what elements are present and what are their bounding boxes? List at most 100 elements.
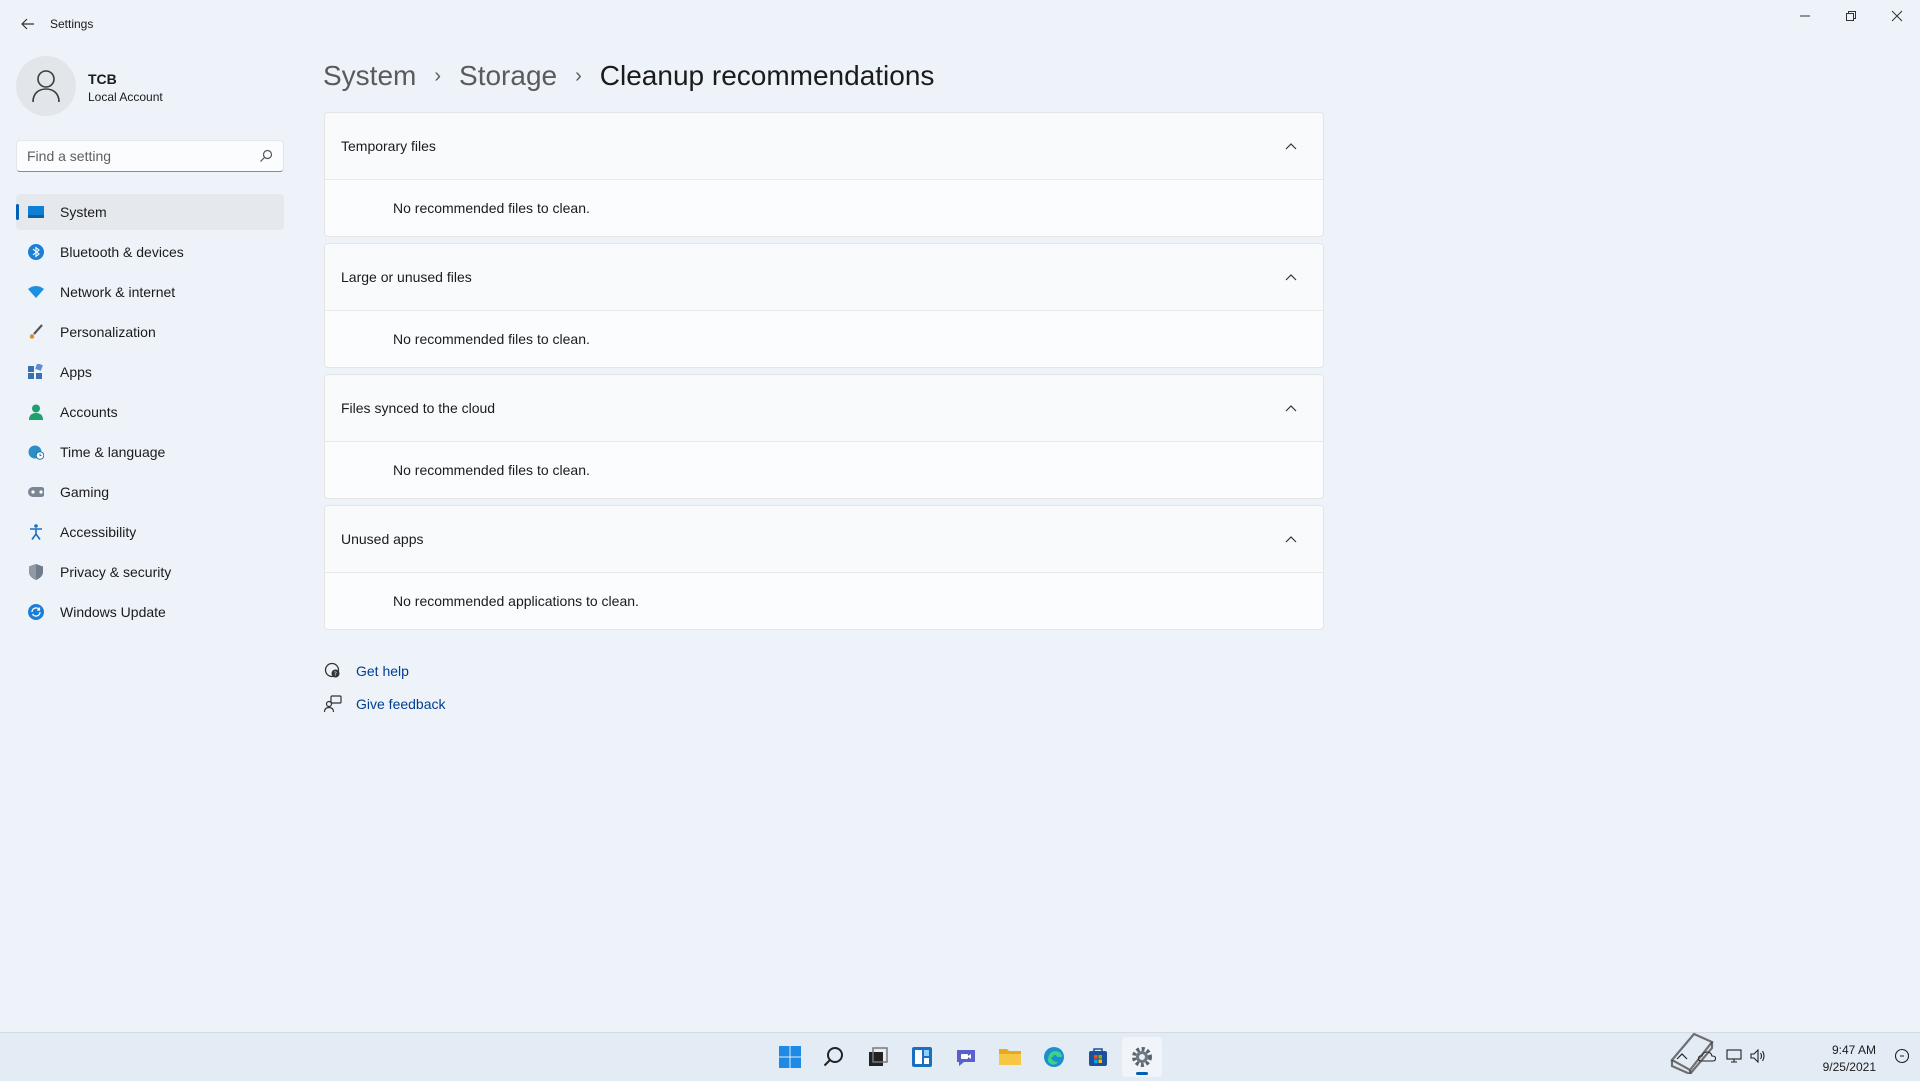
widgets-icon (912, 1047, 932, 1067)
section-body: No recommended files to clean. (325, 311, 1323, 367)
start-button[interactable] (770, 1037, 810, 1077)
sidebar-item-label: System (60, 204, 107, 220)
store-button[interactable] (1078, 1037, 1118, 1077)
edge-button[interactable] (1034, 1037, 1074, 1077)
taskbar-search-button[interactable] (814, 1037, 854, 1077)
get-help-link[interactable]: ? Get help (324, 660, 446, 682)
file-explorer-icon (999, 1049, 1021, 1065)
search-icon (823, 1047, 843, 1067)
sidebar-item-windows-update[interactable]: Windows Update (16, 594, 284, 630)
sidebar-item-bluetooth[interactable]: Bluetooth & devices (16, 234, 284, 270)
account-name: TCB (88, 71, 117, 87)
section-message: No recommended files to clean. (393, 462, 590, 478)
search-box (16, 140, 284, 172)
section-title: Temporary files (341, 138, 436, 154)
sidebar-item-time-language[interactable]: Time & language (16, 434, 284, 470)
search-icon[interactable] (259, 149, 273, 168)
update-icon (28, 604, 44, 620)
clock-date[interactable]: 9/25/2021 (1823, 1060, 1876, 1074)
task-view-button[interactable] (858, 1037, 898, 1077)
widgets-button[interactable] (902, 1037, 942, 1077)
section-cloud-files: Files synced to the cloud No recommended… (324, 374, 1324, 499)
section-body: No recommended files to clean. (325, 180, 1323, 236)
chevron-up-icon[interactable] (1275, 130, 1307, 162)
sidebar-item-network[interactable]: Network & internet (16, 274, 284, 310)
section-header[interactable]: Large or unused files (325, 244, 1323, 311)
chevron-up-icon[interactable] (1275, 392, 1307, 424)
section-header[interactable]: Temporary files (325, 113, 1323, 180)
breadcrumb: System › Storage › Cleanup recommendatio… (323, 54, 934, 98)
sidebar-item-label: Network & internet (60, 284, 176, 300)
section-message: No recommended files to clean. (393, 200, 590, 216)
book-logo-icon (1670, 1032, 1714, 1074)
section-message: No recommended files to clean. (393, 331, 590, 347)
sidebar-item-label: Windows Update (60, 604, 166, 620)
volume-icon[interactable] (1750, 1048, 1766, 1068)
clock-time[interactable]: 9:47 AM (1832, 1043, 1876, 1057)
page-title: Cleanup recommendations (599, 60, 935, 91)
help-chat-icon: ? (324, 662, 342, 680)
restore-button[interactable] (1828, 0, 1874, 32)
breadcrumb-storage[interactable]: Storage (459, 60, 557, 92)
section-unused-apps: Unused apps No recommended applications … (324, 505, 1324, 630)
system-icon (28, 204, 44, 220)
feedback-icon (324, 695, 342, 713)
give-feedback-label: Give feedback (356, 696, 446, 712)
chevron-up-icon[interactable] (1275, 523, 1307, 555)
sidebar-item-label: Apps (60, 364, 92, 380)
bluetooth-icon (28, 244, 44, 260)
section-body: No recommended files to clean. (325, 442, 1323, 498)
settings-button[interactable] (1122, 1037, 1162, 1077)
sidebar-item-accessibility[interactable]: Accessibility (16, 514, 284, 550)
close-icon (1891, 10, 1903, 22)
section-title: Unused apps (341, 531, 424, 547)
app-title: Settings (50, 17, 94, 31)
sidebar-item-label: Accounts (60, 404, 118, 420)
minimize-button[interactable] (1782, 0, 1828, 32)
svg-text:?: ? (334, 671, 337, 678)
search-input[interactable] (17, 141, 267, 171)
account-type: Local Account (88, 90, 163, 104)
sidebar-item-label: Bluetooth & devices (60, 244, 184, 260)
chevron-up-icon[interactable] (1275, 261, 1307, 293)
brush-icon (28, 324, 44, 340)
globe-clock-icon (28, 444, 44, 460)
back-button[interactable] (12, 10, 44, 38)
sidebar-item-label: Privacy & security (60, 564, 172, 580)
store-icon (1089, 1048, 1107, 1066)
start-icon (779, 1046, 801, 1068)
help-links: ? Get help Give feedback (324, 660, 446, 726)
person-avatar-icon (32, 70, 60, 103)
sidebar-item-label: Personalization (60, 324, 156, 340)
account-card[interactable]: TCB Local Account (16, 56, 286, 120)
sidebar-item-privacy[interactable]: Privacy & security (16, 554, 284, 590)
sidebar-item-label: Accessibility (60, 524, 137, 540)
sidebar-item-gaming[interactable]: Gaming (16, 474, 284, 510)
section-message: No recommended applications to clean. (393, 593, 639, 609)
section-header[interactable]: Files synced to the cloud (325, 375, 1323, 442)
section-body: No recommended applications to clean. (325, 573, 1323, 629)
restore-icon (1846, 11, 1856, 21)
sidebar-item-label: Gaming (60, 484, 110, 500)
notification-icon[interactable] (1894, 1048, 1910, 1069)
close-button[interactable] (1874, 0, 1920, 32)
back-arrow-icon (21, 18, 34, 30)
section-header[interactable]: Unused apps (325, 506, 1323, 573)
cleanup-sections: Temporary files No recommended files to … (324, 112, 1324, 636)
chat-button[interactable] (946, 1037, 986, 1077)
taskbar-apps (768, 1033, 1164, 1081)
sidebar-item-accounts[interactable]: Accounts (16, 394, 284, 430)
settings-icon (1132, 1047, 1152, 1067)
sidebar-item-apps[interactable]: Apps (16, 354, 284, 390)
get-help-label: Get help (356, 663, 409, 679)
breadcrumb-system[interactable]: System (323, 60, 416, 92)
sidebar-item-system[interactable]: System (16, 194, 284, 230)
file-explorer-button[interactable] (990, 1037, 1030, 1077)
sidebar-item-personalization[interactable]: Personalization (16, 314, 284, 350)
section-temporary-files: Temporary files No recommended files to … (324, 112, 1324, 237)
chevron-right-icon: › (434, 64, 442, 87)
chat-icon (957, 1050, 975, 1066)
network-icon[interactable] (1726, 1049, 1742, 1068)
give-feedback-link[interactable]: Give feedback (324, 693, 446, 715)
shield-icon (28, 564, 44, 580)
